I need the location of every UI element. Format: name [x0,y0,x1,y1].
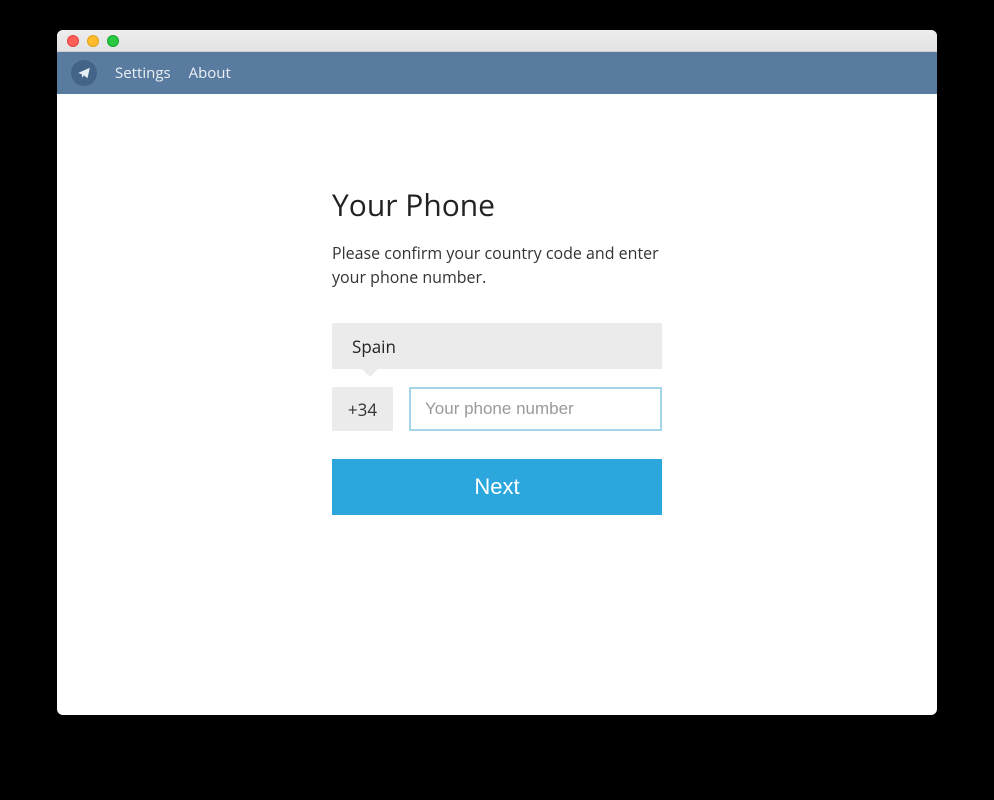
country-select[interactable]: Spain [332,323,662,369]
country-select-value: Spain [352,335,396,358]
content-area: Your Phone Please confirm your country c… [57,94,937,715]
app-window: Settings About Your Phone Please confirm… [57,30,937,715]
next-button[interactable]: Next [332,459,662,515]
page-subtitle: Please confirm your country code and ent… [332,241,662,289]
phone-row: +34 [332,387,662,431]
country-code-field[interactable]: +34 [332,387,393,431]
telegram-icon[interactable] [71,60,97,86]
phone-form: Your Phone Please confirm your country c… [332,184,662,515]
menu-settings[interactable]: Settings [115,63,171,83]
menubar: Settings About [57,52,937,94]
window-minimize-button[interactable] [87,35,99,47]
menu-about[interactable]: About [189,63,231,83]
country-code-value: +34 [348,398,377,421]
page-title: Your Phone [332,184,662,225]
phone-number-input[interactable] [409,387,662,431]
titlebar [57,30,937,52]
window-close-button[interactable] [67,35,79,47]
next-button-label: Next [474,474,519,500]
window-maximize-button[interactable] [107,35,119,47]
